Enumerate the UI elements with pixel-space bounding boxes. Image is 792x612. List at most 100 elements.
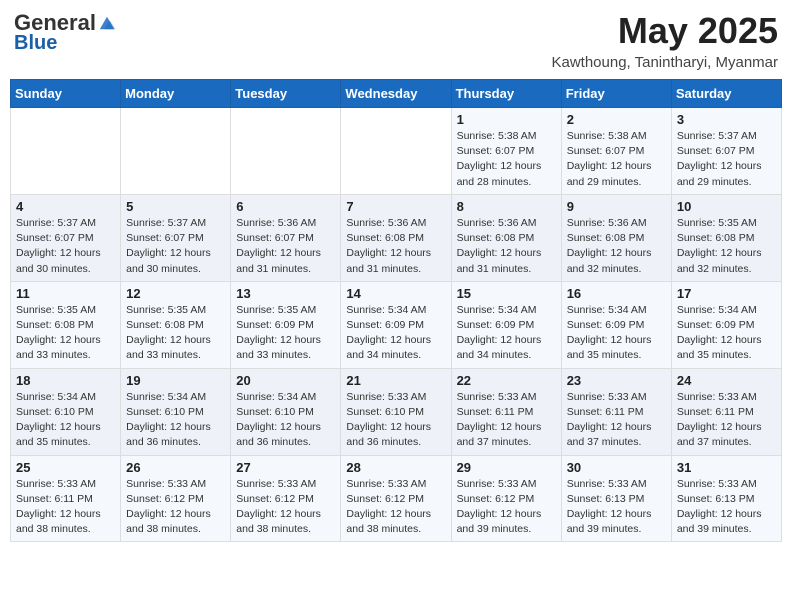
day-number: 27 [236, 460, 335, 475]
calendar-cell: 9 Sunrise: 5:36 AM Sunset: 6:08 PM Daylig… [561, 194, 671, 281]
weekday-header-friday: Friday [561, 80, 671, 108]
day-info: Sunrise: 5:37 AM Sunset: 6:07 PM Dayligh… [126, 216, 225, 277]
day-info: Sunrise: 5:38 AM Sunset: 6:07 PM Dayligh… [567, 129, 666, 190]
calendar-cell: 14Sunrise: 5:34 AM Sunset: 6:09 PM Dayli… [341, 281, 451, 368]
day-number: 23 [567, 373, 666, 388]
day-number: 2 [567, 112, 666, 127]
logo: General Blue [14, 10, 116, 55]
day-number: 7 [346, 199, 445, 214]
calendar-cell [121, 108, 231, 195]
day-number: 25 [16, 460, 115, 475]
day-number: 3 [677, 112, 776, 127]
day-number: 12 [126, 286, 225, 301]
day-info: Sunrise: 5:36 AM Sunset: 6:07 PM Dayligh… [236, 216, 335, 277]
day-info: Sunrise: 5:34 AM Sunset: 6:09 PM Dayligh… [567, 303, 666, 364]
day-info: Sunrise: 5:33 AM Sunset: 6:12 PM Dayligh… [126, 477, 225, 538]
calendar-cell: 13 Sunrise: 5:35 AM Sunset: 6:09 PM Dayli… [231, 281, 341, 368]
weekday-header-wednesday: Wednesday [341, 80, 451, 108]
logo-blue-text: Blue [14, 32, 57, 55]
calendar-week-1: 1Sunrise: 5:38 AM Sunset: 6:07 PM Daylig… [11, 108, 782, 195]
day-number: 18 [16, 373, 115, 388]
weekday-header-monday: Monday [121, 80, 231, 108]
day-info: Sunrise: 5:36 AM Sunset: 6:08 PM Dayligh… [457, 216, 556, 277]
day-info: Sunrise: 5:35 AM Sunset: 6:09 PM Dayligh… [236, 303, 335, 364]
calendar-cell: 17Sunrise: 5:34 AM Sunset: 6:09 PM Dayli… [671, 281, 781, 368]
day-info: Sunrise: 5:33 AM Sunset: 6:11 PM Dayligh… [16, 477, 115, 538]
calendar-cell: 16 Sunrise: 5:34 AM Sunset: 6:09 PM Dayli… [561, 281, 671, 368]
day-number: 16 [567, 286, 666, 301]
calendar-cell: 12 Sunrise: 5:35 AM Sunset: 6:08 PM Dayli… [121, 281, 231, 368]
calendar-cell: 11 Sunrise: 5:35 AM Sunset: 6:08 PM Dayli… [11, 281, 121, 368]
day-info: Sunrise: 5:35 AM Sunset: 6:08 PM Dayligh… [126, 303, 225, 364]
calendar-week-3: 11 Sunrise: 5:35 AM Sunset: 6:08 PM Dayli… [11, 281, 782, 368]
day-info: Sunrise: 5:34 AM Sunset: 6:09 PM Dayligh… [346, 303, 445, 364]
calendar-week-2: 4 Sunrise: 5:37 AM Sunset: 6:07 PM Daylig… [11, 194, 782, 281]
weekday-header-thursday: Thursday [451, 80, 561, 108]
day-info: Sunrise: 5:37 AM Sunset: 6:07 PM Dayligh… [16, 216, 115, 277]
calendar-subtitle: Kawthoung, Tanintharyi, Myanmar [551, 54, 778, 71]
day-number: 24 [677, 373, 776, 388]
day-info: Sunrise: 5:33 AM Sunset: 6:12 PM Dayligh… [236, 477, 335, 538]
calendar-cell: 6 Sunrise: 5:36 AM Sunset: 6:07 PM Daylig… [231, 194, 341, 281]
day-info: Sunrise: 5:33 AM Sunset: 6:10 PM Dayligh… [346, 390, 445, 451]
day-number: 13 [236, 286, 335, 301]
day-number: 22 [457, 373, 556, 388]
day-number: 20 [236, 373, 335, 388]
day-number: 6 [236, 199, 335, 214]
day-info: Sunrise: 5:33 AM Sunset: 6:12 PM Dayligh… [457, 477, 556, 538]
day-info: Sunrise: 5:33 AM Sunset: 6:11 PM Dayligh… [677, 390, 776, 451]
day-number: 21 [346, 373, 445, 388]
day-info: Sunrise: 5:35 AM Sunset: 6:08 PM Dayligh… [677, 216, 776, 277]
day-info: Sunrise: 5:33 AM Sunset: 6:12 PM Dayligh… [346, 477, 445, 538]
day-number: 19 [126, 373, 225, 388]
weekday-header-sunday: Sunday [11, 80, 121, 108]
day-number: 15 [457, 286, 556, 301]
calendar-cell: 23 Sunrise: 5:33 AM Sunset: 6:11 PM Dayli… [561, 368, 671, 455]
day-number: 28 [346, 460, 445, 475]
calendar-cell: 25 Sunrise: 5:33 AM Sunset: 6:11 PM Dayli… [11, 455, 121, 542]
calendar-cell: 28 Sunrise: 5:33 AM Sunset: 6:12 PM Dayli… [341, 455, 451, 542]
day-info: Sunrise: 5:38 AM Sunset: 6:07 PM Dayligh… [457, 129, 556, 190]
calendar-week-5: 25 Sunrise: 5:33 AM Sunset: 6:11 PM Dayli… [11, 455, 782, 542]
calendar-title: May 2025 [551, 10, 778, 52]
day-number: 9 [567, 199, 666, 214]
calendar-cell: 7 Sunrise: 5:36 AM Sunset: 6:08 PM Daylig… [341, 194, 451, 281]
day-number: 31 [677, 460, 776, 475]
page-header: General Blue May 2025 Kawthoung, Taninth… [10, 10, 782, 71]
day-info: Sunrise: 5:33 AM Sunset: 6:13 PM Dayligh… [567, 477, 666, 538]
calendar-table: SundayMondayTuesdayWednesdayThursdayFrid… [10, 79, 782, 542]
day-info: Sunrise: 5:36 AM Sunset: 6:08 PM Dayligh… [346, 216, 445, 277]
day-info: Sunrise: 5:33 AM Sunset: 6:11 PM Dayligh… [457, 390, 556, 451]
day-number: 4 [16, 199, 115, 214]
calendar-cell: 30Sunrise: 5:33 AM Sunset: 6:13 PM Dayli… [561, 455, 671, 542]
calendar-cell: 4 Sunrise: 5:37 AM Sunset: 6:07 PM Daylig… [11, 194, 121, 281]
calendar-cell: 27 Sunrise: 5:33 AM Sunset: 6:12 PM Dayli… [231, 455, 341, 542]
day-info: Sunrise: 5:34 AM Sunset: 6:09 PM Dayligh… [677, 303, 776, 364]
calendar-cell: 26 Sunrise: 5:33 AM Sunset: 6:12 PM Dayli… [121, 455, 231, 542]
calendar-cell: 15 Sunrise: 5:34 AM Sunset: 6:09 PM Dayli… [451, 281, 561, 368]
day-number: 26 [126, 460, 225, 475]
calendar-body: 1Sunrise: 5:38 AM Sunset: 6:07 PM Daylig… [11, 108, 782, 542]
calendar-cell: 22 Sunrise: 5:33 AM Sunset: 6:11 PM Dayli… [451, 368, 561, 455]
day-info: Sunrise: 5:35 AM Sunset: 6:08 PM Dayligh… [16, 303, 115, 364]
logo-icon [98, 14, 116, 32]
calendar-cell: 18 Sunrise: 5:34 AM Sunset: 6:10 PM Dayli… [11, 368, 121, 455]
calendar-cell [231, 108, 341, 195]
day-info: Sunrise: 5:33 AM Sunset: 6:13 PM Dayligh… [677, 477, 776, 538]
day-info: Sunrise: 5:34 AM Sunset: 6:10 PM Dayligh… [126, 390, 225, 451]
calendar-cell: 19 Sunrise: 5:34 AM Sunset: 6:10 PM Dayli… [121, 368, 231, 455]
day-info: Sunrise: 5:34 AM Sunset: 6:09 PM Dayligh… [457, 303, 556, 364]
day-number: 11 [16, 286, 115, 301]
weekday-header-saturday: Saturday [671, 80, 781, 108]
day-number: 5 [126, 199, 225, 214]
day-info: Sunrise: 5:34 AM Sunset: 6:10 PM Dayligh… [236, 390, 335, 451]
day-info: Sunrise: 5:37 AM Sunset: 6:07 PM Dayligh… [677, 129, 776, 190]
calendar-cell: 31 Sunrise: 5:33 AM Sunset: 6:13 PM Dayli… [671, 455, 781, 542]
weekday-header-tuesday: Tuesday [231, 80, 341, 108]
day-info: Sunrise: 5:36 AM Sunset: 6:08 PM Dayligh… [567, 216, 666, 277]
day-info: Sunrise: 5:34 AM Sunset: 6:10 PM Dayligh… [16, 390, 115, 451]
day-info: Sunrise: 5:33 AM Sunset: 6:11 PM Dayligh… [567, 390, 666, 451]
day-number: 8 [457, 199, 556, 214]
calendar-header: SundayMondayTuesdayWednesdayThursdayFrid… [11, 80, 782, 108]
day-number: 10 [677, 199, 776, 214]
